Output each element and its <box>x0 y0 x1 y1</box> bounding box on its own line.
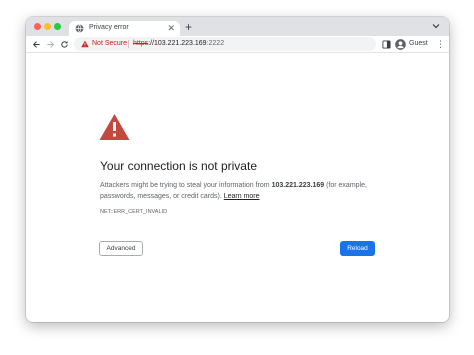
host-address: 103.221.223.169 <box>271 182 325 189</box>
tab-title: Privacy error <box>89 24 129 31</box>
warning-icon[interactable] <box>81 40 89 48</box>
new-tab-icon[interactable]: + <box>185 20 192 34</box>
page-title: Your connection is not private <box>100 159 257 173</box>
address-bar[interactable]: Not Secure https://103.221.223.169:2222 <box>74 37 376 51</box>
url-text[interactable]: https://103.221.223.169:2222 <box>133 40 224 47</box>
tab-close-icon[interactable]: ✕ <box>167 22 175 34</box>
window-maximize-button[interactable] <box>54 23 61 30</box>
advanced-button[interactable]: Advanced <box>99 241 143 256</box>
window-close-button[interactable] <box>34 23 41 30</box>
globe-icon <box>75 24 84 33</box>
reload-icon[interactable] <box>60 40 69 49</box>
title-bar: Privacy error ✕ + <box>26 17 449 36</box>
menu-icon[interactable]: ⋮ <box>436 39 445 50</box>
back-icon[interactable] <box>32 40 41 49</box>
learn-more-link[interactable]: Learn more <box>224 193 260 200</box>
url-host: ://103.221.223.169 <box>148 40 207 47</box>
error-code: NET::ERR_CERT_INVALID <box>100 209 168 215</box>
warning-icon <box>99 114 130 140</box>
description-text: Attackers might be trying to steal your … <box>100 182 272 189</box>
guest-avatar-icon[interactable] <box>395 39 406 50</box>
url-port: :2222 <box>206 40 225 47</box>
tab-privacy-error[interactable]: Privacy error ✕ <box>69 21 180 36</box>
side-panel-icon[interactable] <box>382 40 391 49</box>
address-separator <box>128 40 129 48</box>
error-description: Attackers might be trying to steal your … <box>100 180 390 202</box>
profile-label[interactable]: Guest <box>409 40 428 47</box>
forward-icon[interactable] <box>46 40 55 49</box>
security-status-label[interactable]: Not Secure <box>92 40 127 47</box>
browser-window: Privacy error ✕ + Not Secure https://103… <box>26 17 449 322</box>
window-minimize-button[interactable] <box>44 23 51 30</box>
toolbar: Not Secure https://103.221.223.169:2222 … <box>26 36 449 53</box>
reload-button[interactable]: Reload <box>340 241 375 256</box>
error-page: Your connection is not private Attackers… <box>26 53 449 322</box>
chevron-down-icon[interactable] <box>431 21 441 31</box>
url-scheme: https <box>133 40 149 47</box>
